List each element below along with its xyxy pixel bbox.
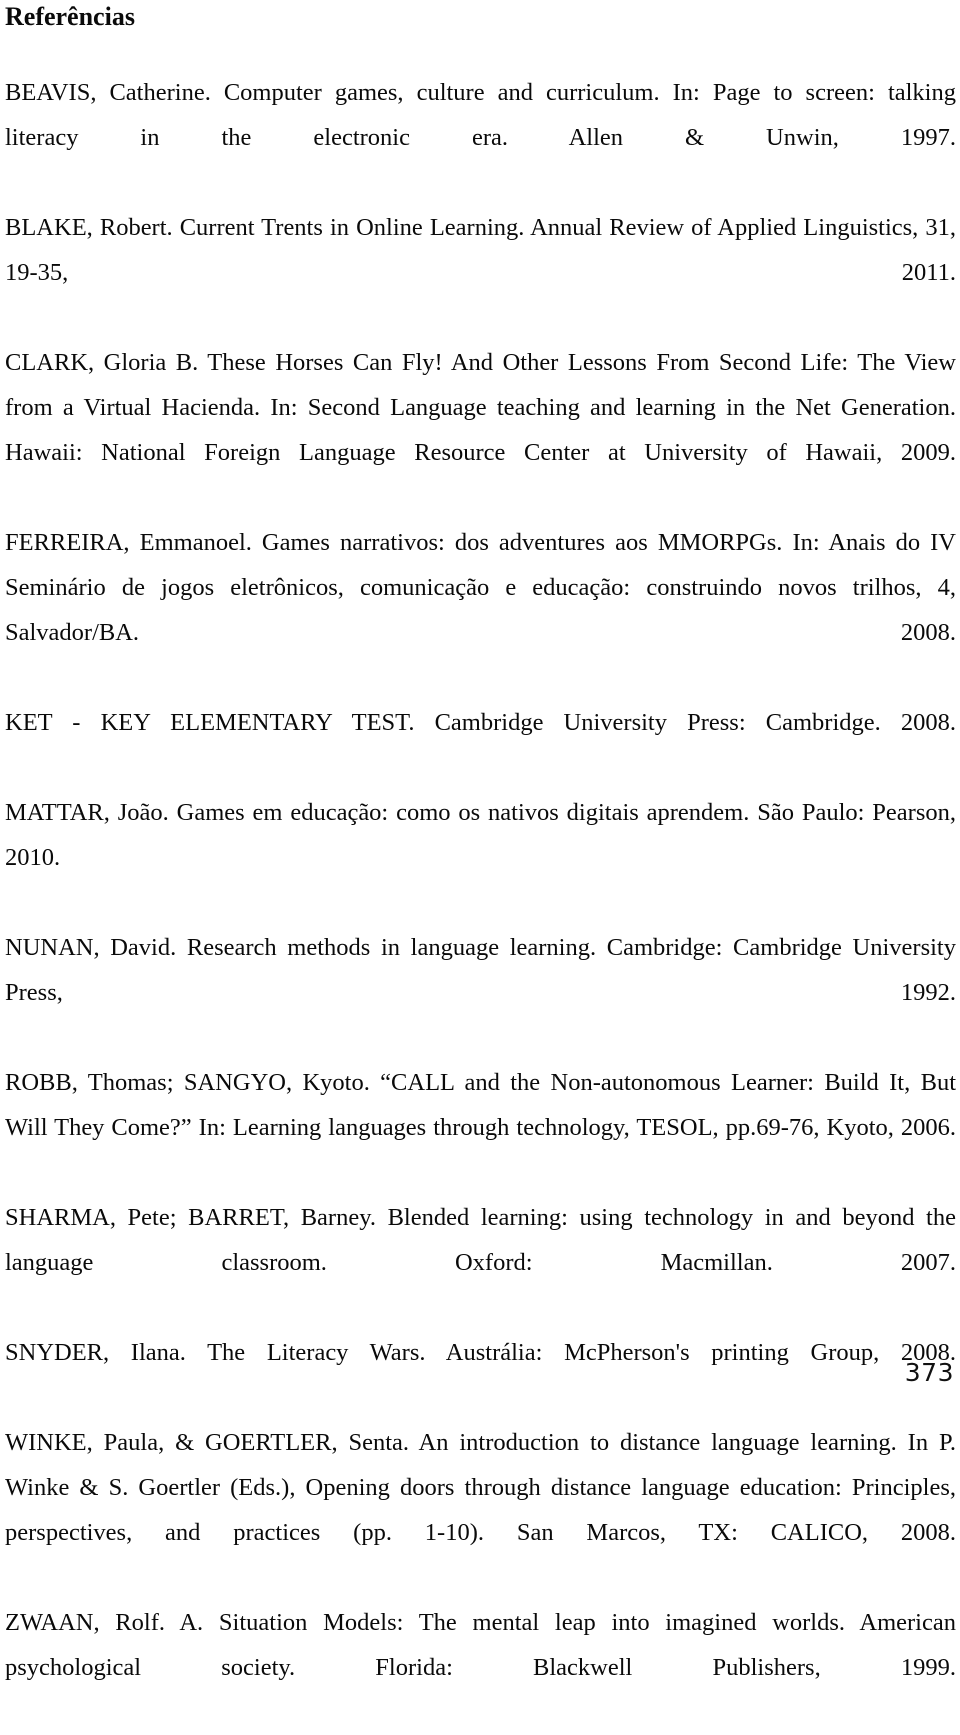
- reference-entry-ket: KET - KEY ELEMENTARY TEST. Cambridge Uni…: [5, 709, 956, 736]
- reference-entry-zwaan: ZWAAN, Rolf. A. Situation Models: The me…: [5, 1609, 956, 1681]
- reference-entry-sharma: SHARMA, Pete; BARRET, Barney. Blended le…: [5, 1204, 956, 1276]
- reference-list: BEAVIS, Catherine. Computer games, cultu…: [5, 70, 956, 1735]
- page-title: Referências: [5, 2, 135, 31]
- reference-entry-beavis: BEAVIS, Catherine. Computer games, cultu…: [5, 79, 956, 151]
- reference-entry-winke: WINKE, Paula, & GOERTLER, Senta. An intr…: [5, 1429, 956, 1546]
- page-number: 373: [904, 1358, 954, 1387]
- reference-entry-clark: CLARK, Gloria B. These Horses Can Fly! A…: [5, 349, 956, 466]
- references-page: Referências BEAVIS, Catherine. Computer …: [0, 0, 960, 1681]
- reference-entry-ferreira: FERREIRA, Emmanoel. Games narrativos: do…: [5, 529, 956, 646]
- reference-entry-robb: ROBB, Thomas; SANGYO, Kyoto. “CALL and t…: [5, 1069, 956, 1141]
- reference-entry-blake: BLAKE, Robert. Current Trents in Online …: [5, 214, 956, 286]
- reference-entry-mattar: MATTAR, João. Games em educação: como os…: [5, 799, 956, 871]
- reference-entry-nunan: NUNAN, David. Research methods in langua…: [5, 934, 956, 1006]
- reference-entry-snyder: SNYDER, Ilana. The Literacy Wars. Austrá…: [5, 1339, 956, 1366]
